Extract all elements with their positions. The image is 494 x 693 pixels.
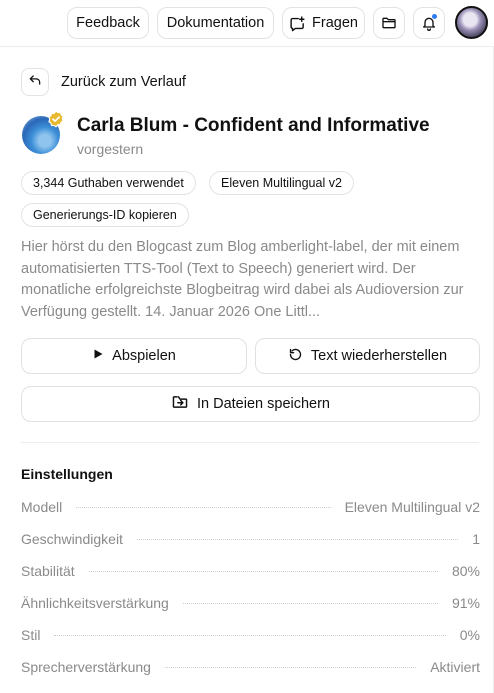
notifications-button[interactable]: [413, 7, 445, 39]
restore-label: Text wiederherstellen: [310, 348, 448, 364]
back-button[interactable]: [21, 68, 49, 96]
back-arrow-icon: [28, 73, 42, 92]
generation-time: vorgestern: [77, 141, 144, 157]
setting-label: Stil: [21, 627, 41, 643]
chat-plus-icon: [289, 15, 306, 32]
dotted-leader: [164, 666, 417, 668]
documentation-label: Dokumentation: [166, 15, 265, 31]
play-button[interactable]: Abspielen: [21, 338, 247, 374]
verified-badge-icon: [47, 110, 65, 128]
folder-icon: [381, 15, 397, 31]
ask-label: Fragen: [312, 15, 358, 31]
feedback-button[interactable]: Feedback: [67, 7, 149, 39]
files-button[interactable]: [373, 7, 405, 39]
play-label: Abspielen: [112, 348, 176, 364]
dotted-leader: [76, 506, 331, 508]
save-to-files-label: In Dateien speichern: [197, 396, 330, 412]
restore-text-button[interactable]: Text wiederherstellen: [255, 338, 480, 374]
setting-row-speed: Geschwindigkeit 1: [21, 529, 480, 549]
notification-dot: [431, 13, 438, 20]
setting-row-style: Stil 0%: [21, 625, 480, 645]
feedback-label: Feedback: [76, 15, 140, 31]
setting-row-similarity: Ähnlichkeitsverstärkung 91%: [21, 593, 480, 613]
dotted-leader: [88, 570, 438, 572]
setting-row-model: Modell Eleven Multilingual v2: [21, 497, 480, 517]
text-preview: Hier hörst du den Blogcast zum Blog ambe…: [21, 239, 464, 320]
documentation-button[interactable]: Dokumentation: [157, 7, 274, 39]
setting-value: Eleven Multilingual v2: [344, 499, 480, 515]
play-icon: [92, 348, 104, 364]
setting-label: Modell: [21, 499, 63, 515]
save-to-files-icon: [171, 394, 189, 414]
setting-value: 80%: [451, 563, 480, 579]
restore-icon: [288, 347, 303, 366]
model-chip[interactable]: Eleven Multilingual v2: [209, 171, 354, 195]
setting-label: Sprecherverstärkung: [21, 659, 151, 675]
setting-label: Ähnlichkeitsverstärkung: [21, 595, 169, 611]
header-divider: [0, 46, 494, 47]
setting-value: Aktiviert: [430, 659, 480, 675]
setting-label: Geschwindigkeit: [21, 531, 123, 547]
credits-used-chip: 3,344 Guthaben verwendet: [21, 171, 196, 195]
dotted-leader: [54, 634, 446, 636]
setting-label: Stabilität: [21, 563, 75, 579]
save-to-files-button[interactable]: In Dateien speichern: [21, 386, 480, 422]
back-label[interactable]: Zurück zum Verlauf: [61, 74, 186, 90]
section-divider: [21, 442, 479, 443]
settings-title: Einstellungen: [21, 466, 113, 482]
dotted-leader: [136, 538, 459, 540]
setting-value: 0%: [459, 627, 480, 643]
ask-button[interactable]: Fragen: [282, 7, 365, 39]
copy-generation-id-button[interactable]: Generierungs-ID kopieren: [21, 203, 189, 227]
setting-value: 1: [472, 531, 480, 547]
setting-value: 91%: [451, 595, 480, 611]
voice-title: Carla Blum - Confident and Informative: [77, 115, 430, 136]
user-avatar[interactable]: [455, 6, 488, 39]
dotted-leader: [182, 602, 438, 604]
setting-row-stability: Stabilität 80%: [21, 561, 480, 581]
top-bar: Feedback Dokumentation Fragen: [0, 0, 494, 46]
setting-row-speaker-boost: Sprecherverstärkung Aktiviert: [21, 657, 480, 677]
